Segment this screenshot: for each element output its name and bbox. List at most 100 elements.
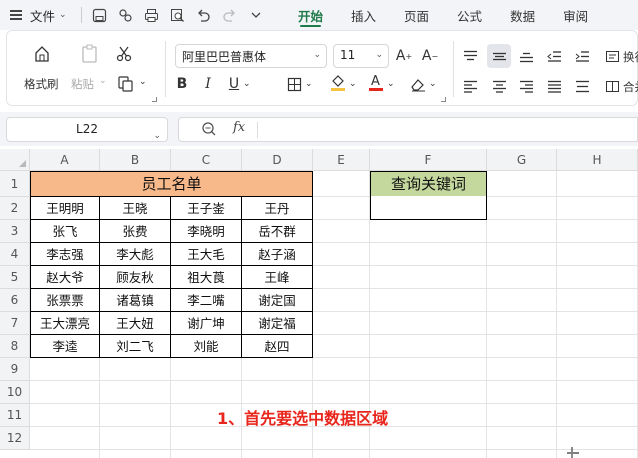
font-color-icon[interactable]: A [367,73,385,91]
underline-icon[interactable]: U [225,75,243,93]
name-cell[interactable]: 王晓 [100,197,171,220]
align-top-icon[interactable] [461,47,479,65]
print-icon[interactable] [144,7,160,23]
row-header-3[interactable]: 3 [0,220,30,243]
name-cell[interactable]: 刘二飞 [100,335,171,358]
name-cell[interactable]: 王丹 [242,197,313,220]
indent-decrease-icon[interactable] [545,47,563,65]
underline-chevron-icon[interactable]: ⌄ [243,79,251,89]
name-cell[interactable]: 张票票 [30,289,100,312]
name-cell[interactable]: 王大漂亮 [30,312,100,335]
format-painter-icon[interactable] [31,43,53,65]
align-right-icon[interactable] [517,77,535,95]
paste-chevron-icon[interactable]: ⌄ [99,76,107,86]
cell-F2-keyword-input[interactable] [370,196,487,220]
align-bottom-icon[interactable] [517,47,535,65]
decrease-font-icon[interactable]: A − [421,47,439,65]
bold-icon[interactable]: B [173,75,191,93]
name-cell[interactable]: 顾友秋 [100,266,171,289]
column-header-f[interactable]: F [370,149,487,171]
font-family-select[interactable]: 阿里巴巴普惠体 ⌄ [175,44,327,68]
merge-cells-button[interactable]: 合并 [623,79,638,95]
column-header-e[interactable]: E [313,149,370,171]
row-header-11[interactable]: 11 [0,404,30,427]
row-header-7[interactable]: 7 [0,312,30,335]
name-cell[interactable]: 王大毛 [171,243,242,266]
name-cell[interactable]: 岳不群 [242,220,313,243]
share-icon[interactable] [118,7,134,23]
format-painter-button[interactable]: 格式刷 [24,76,59,92]
column-header-c[interactable]: C [171,149,242,171]
column-header-g[interactable]: G [487,149,557,171]
distributed-align-icon[interactable] [573,77,591,95]
name-cell[interactable]: 祖大莨 [171,266,242,289]
italic-icon[interactable]: I [199,75,217,93]
row-header-10[interactable]: 10 [0,381,30,404]
paste-button[interactable]: 粘贴 [71,76,94,92]
tab-data[interactable]: 数据 [510,0,535,30]
chevron-down-icon[interactable]: ⌄ [59,10,67,20]
spreadsheet-grid[interactable]: ABCDEFGH 1 2 3 4 5 6 7 8 9 10 11 12 员工名单 王明明 王晓 王子崟 王丹… [0,149,638,458]
formula-input[interactable]: fx [178,117,638,142]
save-icon[interactable] [92,7,108,23]
increase-font-icon[interactable]: A + [395,47,413,65]
clear-format-icon[interactable] [409,75,427,93]
name-cell[interactable]: 赵子涵 [242,243,313,266]
borders-icon[interactable] [285,75,303,93]
name-cell[interactable]: 张飞 [30,220,100,243]
tab-review[interactable]: 审阅 [563,0,588,30]
name-cell[interactable]: 王明明 [30,197,100,220]
row-header-2[interactable]: 2 [0,197,30,220]
column-header-h[interactable]: H [557,149,638,171]
name-cell[interactable]: 王子崟 [171,197,242,220]
name-cell[interactable]: 李志强 [30,243,100,266]
indent-increase-icon[interactable] [573,47,591,65]
row-header-4[interactable]: 4 [0,243,30,266]
column-header-d[interactable]: D [242,149,313,171]
undo-icon[interactable] [196,7,212,23]
font-dialog-launcher[interactable] [441,97,446,102]
tab-insert[interactable]: 插入 [351,0,376,30]
cut-icon[interactable] [115,45,133,63]
name-cell[interactable]: 谢定国 [242,289,313,312]
file-menu[interactable]: 文件 [30,6,55,25]
tab-home[interactable]: 开始 [298,0,323,30]
copy-chevron-icon[interactable]: ⌄ [139,77,147,87]
name-cell[interactable]: 刘能 [171,335,242,358]
font-size-select[interactable]: 11 ⌄ [333,44,389,68]
name-cell[interactable]: 张费 [100,220,171,243]
name-cell[interactable]: 李二嘴 [171,289,242,312]
fx-icon[interactable]: fx [233,120,245,135]
column-header-a[interactable]: A [30,149,100,171]
merge-cells-icon[interactable] [603,77,621,95]
tab-page[interactable]: 页面 [404,0,429,30]
align-middle-icon[interactable] [487,44,511,68]
clear-format-chevron-icon[interactable]: ⌄ [429,79,437,89]
align-center-icon[interactable] [490,77,508,95]
wrap-text-icon[interactable] [603,47,621,65]
menu-icon[interactable] [10,10,24,20]
zoom-search-icon[interactable] [201,121,217,140]
name-cell[interactable]: 李大彪 [100,243,171,266]
name-cell[interactable]: 赵大爷 [30,266,100,289]
clipboard-dialog-launcher[interactable] [152,97,157,102]
name-cell[interactable]: 王峰 [242,266,313,289]
copy-icon[interactable] [117,75,135,93]
name-box[interactable]: L22 ⌄ [6,117,168,142]
name-cell[interactable]: 王大妞 [100,312,171,335]
row-header-8[interactable]: 8 [0,335,30,358]
print-preview-icon[interactable] [170,7,186,23]
redo-icon[interactable] [222,7,238,23]
row-header-5[interactable]: 5 [0,266,30,289]
row-header-6[interactable]: 6 [0,289,30,312]
font-color-chevron-icon[interactable]: ⌄ [387,79,395,89]
cell-A1-title[interactable]: 员工名单 [30,171,313,197]
name-cell[interactable]: 谢定福 [242,312,313,335]
align-left-icon[interactable] [461,77,479,95]
row-header-1[interactable]: 1 [0,171,30,197]
more-chevron-icon[interactable] [248,7,264,23]
name-cell[interactable]: 诸葛镇 [100,289,171,312]
paste-icon[interactable] [79,43,101,65]
column-header-b[interactable]: B [100,149,171,171]
name-cell[interactable]: 李晓明 [171,220,242,243]
